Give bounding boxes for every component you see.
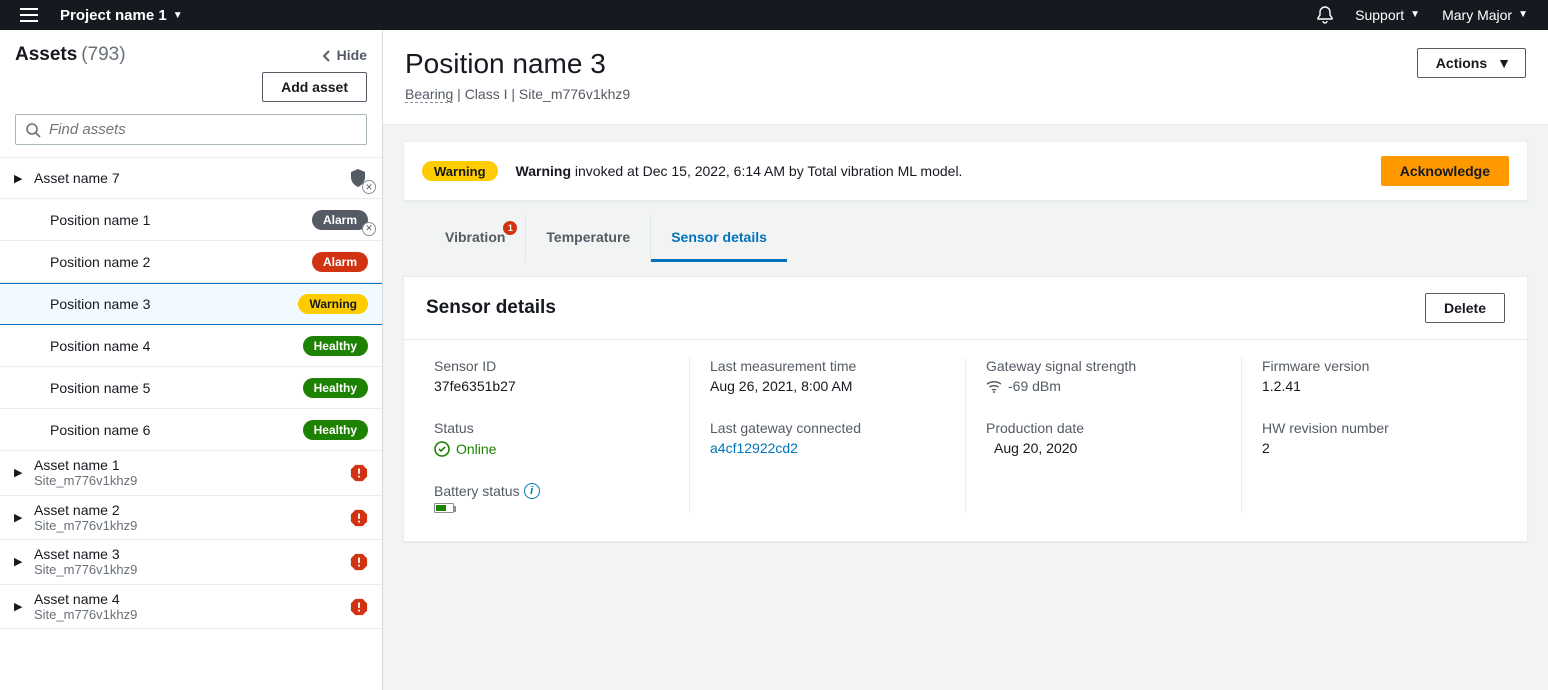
- asset-tree: ▶Asset name 7 ✕ Position name 1 Alarm ✕: [0, 157, 382, 690]
- main-content: Position name 3 Bearing | Class I | Site…: [383, 30, 1548, 690]
- gateway-link[interactable]: a4cf12922cd2: [710, 440, 798, 456]
- tree-item-position[interactable]: Position name 2 Alarm: [0, 241, 382, 283]
- notifications-icon[interactable]: [1317, 6, 1333, 24]
- expand-icon[interactable]: ▶: [14, 466, 26, 479]
- field-firmware: Firmware version 1.2.41: [1262, 358, 1497, 394]
- search-icon: [26, 121, 41, 138]
- panel-title: Sensor details: [426, 297, 556, 319]
- support-menu[interactable]: Support ▼: [1355, 7, 1420, 23]
- alert-message: Warning invoked at Dec 15, 2022, 6:14 AM…: [516, 163, 963, 179]
- field-last-measurement: Last measurement time Aug 26, 2021, 8:00…: [710, 358, 945, 394]
- caret-down-icon: ▼: [1410, 9, 1420, 20]
- caret-down-icon: ▼: [1518, 9, 1528, 20]
- chevron-left-icon: [323, 47, 331, 63]
- tabs: Vibration 1 Temperature Sensor details: [403, 201, 1528, 262]
- top-nav: Project name 1 ▼ Support ▼ Mary Major ▼: [0, 0, 1548, 30]
- field-last-gateway: Last gateway connected a4cf12922cd2: [710, 420, 945, 456]
- status-badge-alarm: Alarm: [312, 252, 368, 272]
- breadcrumb: Bearing | Class I | Site_m776v1khz9: [405, 80, 630, 124]
- status-badge-healthy: Healthy: [303, 378, 368, 398]
- search-input[interactable]: [49, 121, 356, 138]
- status-octagon-alert-icon: [350, 508, 368, 526]
- project-name: Project name 1: [60, 7, 167, 24]
- sensor-details-panel: Sensor details Delete Sensor ID 37fe6351…: [403, 276, 1528, 542]
- status-badge-warning: Warning: [298, 294, 368, 314]
- tree-item-position[interactable]: Position name 5 Healthy: [0, 367, 382, 409]
- tree-item-asset[interactable]: ▶ Asset name 2Site_m776v1khz9: [0, 496, 382, 541]
- caret-down-icon: ▼: [173, 10, 183, 21]
- tab-vibration[interactable]: Vibration 1: [425, 215, 526, 262]
- field-status: Status Online: [434, 420, 669, 457]
- status-badge-alarm-muted: Alarm: [312, 210, 368, 230]
- sidebar-title: Assets: [15, 44, 77, 65]
- tab-temperature[interactable]: Temperature: [526, 215, 651, 262]
- hide-sidebar-button[interactable]: Hide: [323, 47, 367, 63]
- tree-item-asset[interactable]: ▶ Asset name 3Site_m776v1khz9: [0, 540, 382, 585]
- page-title: Position name 3: [405, 48, 630, 80]
- expand-icon[interactable]: ▶: [14, 511, 26, 524]
- status-shield-muted: ✕: [348, 168, 368, 188]
- status-badge-healthy: Healthy: [303, 420, 368, 440]
- sidebar: Assets (793) Hide Add asset: [0, 30, 383, 690]
- status-badge-healthy: Healthy: [303, 336, 368, 356]
- info-icon[interactable]: i: [524, 483, 540, 499]
- status-octagon-alert-icon: [350, 464, 368, 482]
- field-production-date: Production date Aug 20, 2020: [986, 420, 1221, 456]
- user-menu[interactable]: Mary Major ▼: [1442, 7, 1528, 23]
- delete-button[interactable]: Delete: [1425, 293, 1505, 323]
- status-octagon-alert-icon: [350, 553, 368, 571]
- tree-item-asset[interactable]: ▶ Asset name 1Site_m776v1khz9: [0, 451, 382, 496]
- expand-icon[interactable]: ▶: [14, 172, 26, 185]
- add-asset-button[interactable]: Add asset: [262, 72, 367, 102]
- expand-icon[interactable]: ▶: [14, 600, 26, 613]
- status-octagon-alert-icon: [350, 597, 368, 615]
- battery-icon: [434, 503, 454, 513]
- mute-x-icon: ✕: [362, 222, 376, 236]
- tree-item-asset[interactable]: ▶Asset name 7 ✕: [0, 157, 382, 199]
- sidebar-count: (793): [81, 44, 125, 65]
- tree-item-position[interactable]: Position name 4 Healthy: [0, 325, 382, 367]
- wifi-icon: [986, 378, 1002, 394]
- field-battery: Battery statusi: [434, 483, 669, 513]
- project-selector[interactable]: Project name 1 ▼: [60, 7, 183, 24]
- actions-button[interactable]: Actions ▼: [1417, 48, 1526, 78]
- tree-item-asset[interactable]: ▶ Asset name 4Site_m776v1khz9: [0, 585, 382, 630]
- warning-alert: Warning Warning invoked at Dec 15, 2022,…: [403, 141, 1528, 201]
- field-sensor-id: Sensor ID 37fe6351b27: [434, 358, 669, 394]
- mute-x-icon: ✕: [362, 180, 376, 194]
- warning-badge: Warning: [422, 161, 498, 181]
- field-signal-strength: Gateway signal strength -69 dBm: [986, 358, 1221, 394]
- tab-count-badge: 1: [503, 221, 517, 235]
- acknowledge-button[interactable]: Acknowledge: [1381, 156, 1509, 186]
- tree-item-position-selected[interactable]: Position name 3 Warning: [0, 283, 382, 325]
- field-hw-revision: HW revision number 2: [1262, 420, 1497, 456]
- check-circle-icon: [434, 440, 450, 457]
- caret-down-icon: ▼: [1497, 55, 1511, 71]
- expand-icon[interactable]: ▶: [14, 555, 26, 568]
- search-input-wrapper[interactable]: [15, 114, 367, 145]
- tree-item-position[interactable]: Position name 6 Healthy: [0, 409, 382, 451]
- tree-item-position[interactable]: Position name 1 Alarm ✕: [0, 199, 382, 241]
- hamburger-icon[interactable]: [20, 8, 38, 22]
- tab-sensor-details[interactable]: Sensor details: [651, 215, 787, 262]
